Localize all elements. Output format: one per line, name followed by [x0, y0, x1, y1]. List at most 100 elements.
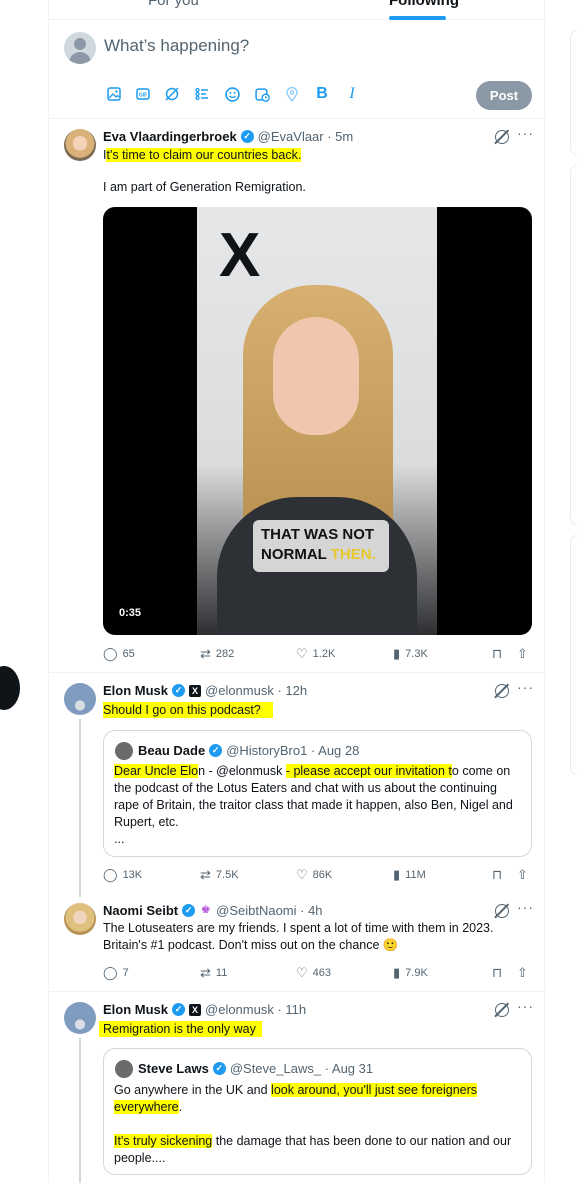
- verified-badge-icon: ✓: [182, 904, 196, 917]
- text-segment: - please accept our invitation t: [285, 764, 452, 778]
- video-duration: 0:35: [119, 607, 142, 619]
- author-name[interactable]: Elon Musk: [103, 1002, 168, 1017]
- video-player[interactable]: X THAT WAS NOT NORMAL THEN. 0:35: [103, 207, 532, 635]
- views-button[interactable]: ▮ 11M: [393, 867, 426, 883]
- x-logo-icon: X: [219, 221, 261, 290]
- schedule-icon[interactable]: [253, 85, 271, 103]
- avatar[interactable]: [115, 1060, 133, 1078]
- like-button[interactable]: ♡ 1.2K: [296, 646, 335, 662]
- avatar[interactable]: [64, 903, 96, 935]
- text-segment: everywhere: [114, 1100, 179, 1114]
- tweet[interactable]: Elon Musk ✓ X @elonmusk · 12h ··· Should…: [49, 673, 546, 897]
- post-button[interactable]: Post: [476, 81, 532, 110]
- repost-icon: ⇄: [200, 965, 211, 980]
- share-button[interactable]: ⇧: [517, 867, 528, 883]
- author-handle[interactable]: @Steve_Laws_ · Aug 31: [230, 1061, 373, 1076]
- share-button[interactable]: ⇧: [517, 646, 528, 662]
- tab-following[interactable]: Following: [389, 0, 459, 9]
- tweet-actions: ◯ 65 ⇄ 282 ♡ 1.2K ▮ 7.3K ⊓ ⇧: [103, 646, 533, 662]
- caption-line: NORMAL: [261, 546, 327, 563]
- tweet-actions: ◯ 13K ⇄ 7.5K ♡ 86K ▮ 11M ⊓ ⇧: [103, 867, 533, 883]
- text-segment: Go anywhere in the UK and: [114, 1083, 272, 1097]
- bold-icon[interactable]: B: [313, 85, 331, 103]
- italic-icon[interactable]: I: [343, 85, 361, 103]
- avatar[interactable]: [64, 129, 96, 161]
- tweet[interactable]: Elon Musk ✓ X @elonmusk · 11h ··· Remigr…: [49, 992, 546, 1183]
- author-name[interactable]: Beau Dade: [138, 743, 205, 758]
- author-handle[interactable]: @EvaVlaar · 5m: [258, 129, 354, 144]
- gif-icon[interactable]: GIF: [134, 85, 152, 103]
- location-icon[interactable]: [283, 85, 301, 103]
- verified-badge-icon: ✓: [209, 744, 223, 757]
- views-button[interactable]: ▮ 7.3K: [393, 646, 428, 662]
- like-button[interactable]: ♡ 86K: [296, 867, 332, 883]
- reply-button[interactable]: ◯ 65: [103, 646, 135, 662]
- bookmark-button[interactable]: ⊓: [492, 867, 502, 883]
- text-segment: .: [178, 1100, 183, 1114]
- share-button[interactable]: ⇧: [517, 965, 528, 981]
- bookmark-button[interactable]: ⊓: [492, 965, 502, 981]
- verified-badge-icon: ✓: [212, 1062, 226, 1075]
- image-icon[interactable]: [105, 85, 123, 103]
- repost-icon: ⇄: [200, 646, 211, 661]
- author-handle[interactable]: @elonmusk · 12h: [205, 683, 307, 698]
- scroll-to-top-button[interactable]: [0, 666, 20, 710]
- reply-icon: ◯: [103, 646, 118, 661]
- author-handle[interactable]: @elonmusk · 11h: [205, 1002, 306, 1017]
- reply-button[interactable]: ◯ 7: [103, 965, 129, 981]
- more-options-icon[interactable]: ···: [517, 998, 534, 1014]
- tweet[interactable]: Naomi Seibt ✓ ♚ @SeibtNaomi · 4h ··· The…: [49, 893, 546, 992]
- x-affiliation-icon: X: [189, 684, 202, 697]
- repost-count: 282: [215, 648, 235, 660]
- emoji-icon[interactable]: [223, 85, 241, 103]
- text-segment: the damage that has been done to our nat…: [212, 1134, 512, 1148]
- avatar[interactable]: [115, 742, 133, 760]
- thread-line: [79, 1038, 81, 1183]
- repost-count: 11: [215, 967, 228, 979]
- quoted-tweet[interactable]: Steve Laws ✓ @Steve_Laws_ · Aug 31 Go an…: [103, 1048, 532, 1175]
- author-handle[interactable]: @SeibtNaomi · 4h: [216, 903, 322, 918]
- grok-icon[interactable]: [495, 1003, 509, 1017]
- author-handle[interactable]: @HistoryBro1 · Aug 28: [226, 743, 359, 758]
- tweet[interactable]: Eva Vlaardingerbroek ✓ @EvaVlaar · 5m ··…: [49, 119, 546, 673]
- bookmark-icon: ⊓: [492, 867, 503, 882]
- views-button[interactable]: ▮ 7.9K: [393, 965, 428, 981]
- avatar[interactable]: [64, 683, 96, 715]
- quoted-tweet[interactable]: Beau Dade ✓ @HistoryBro1 · Aug 28 Dear U…: [103, 730, 532, 857]
- like-count: 86K: [312, 869, 333, 881]
- grok-icon[interactable]: [163, 85, 181, 103]
- like-button[interactable]: ♡ 463: [296, 965, 331, 981]
- more-options-icon[interactable]: ···: [517, 679, 534, 695]
- grok-icon[interactable]: [495, 904, 509, 918]
- share-icon: ⇧: [517, 646, 528, 661]
- video-person-face: [273, 317, 359, 435]
- author-name[interactable]: Steve Laws: [138, 1061, 209, 1076]
- grok-icon[interactable]: [495, 130, 509, 144]
- avatar[interactable]: [64, 32, 96, 64]
- poll-icon[interactable]: [193, 85, 211, 103]
- author-name[interactable]: Naomi Seibt: [103, 903, 178, 918]
- tab-for-you[interactable]: For you: [148, 0, 199, 9]
- author-name[interactable]: Elon Musk: [103, 683, 168, 698]
- more-options-icon[interactable]: ···: [517, 125, 534, 141]
- text-segment: people....: [114, 1151, 166, 1165]
- views-icon: ▮: [393, 867, 401, 882]
- more-options-icon[interactable]: ···: [517, 899, 534, 915]
- text-segment: ...: [114, 832, 125, 846]
- tweet-text: Should I go on this podcast?: [103, 702, 273, 718]
- quoted-text: Dear Uncle Elon - @elonmusk - please acc…: [114, 763, 524, 848]
- reply-icon: ◯: [103, 965, 118, 980]
- author-name[interactable]: Eva Vlaardingerbroek: [103, 129, 237, 144]
- reply-button[interactable]: ◯ 13K: [103, 867, 142, 883]
- repost-button[interactable]: ⇄ 11: [200, 965, 227, 981]
- view-count: 11M: [405, 869, 426, 881]
- quoted-text: Go anywhere in the UK and look around, y…: [114, 1082, 524, 1167]
- repost-button[interactable]: ⇄ 282: [200, 646, 234, 662]
- compose-input[interactable]: What’s happening?: [104, 36, 249, 56]
- grok-icon[interactable]: [495, 684, 509, 698]
- repost-icon: ⇄: [200, 867, 211, 882]
- repost-button[interactable]: ⇄ 7.5K: [200, 867, 239, 883]
- avatar[interactable]: [64, 1002, 96, 1034]
- caption-line: THAT WAS NOT: [261, 526, 375, 543]
- bookmark-button[interactable]: ⊓: [492, 646, 502, 662]
